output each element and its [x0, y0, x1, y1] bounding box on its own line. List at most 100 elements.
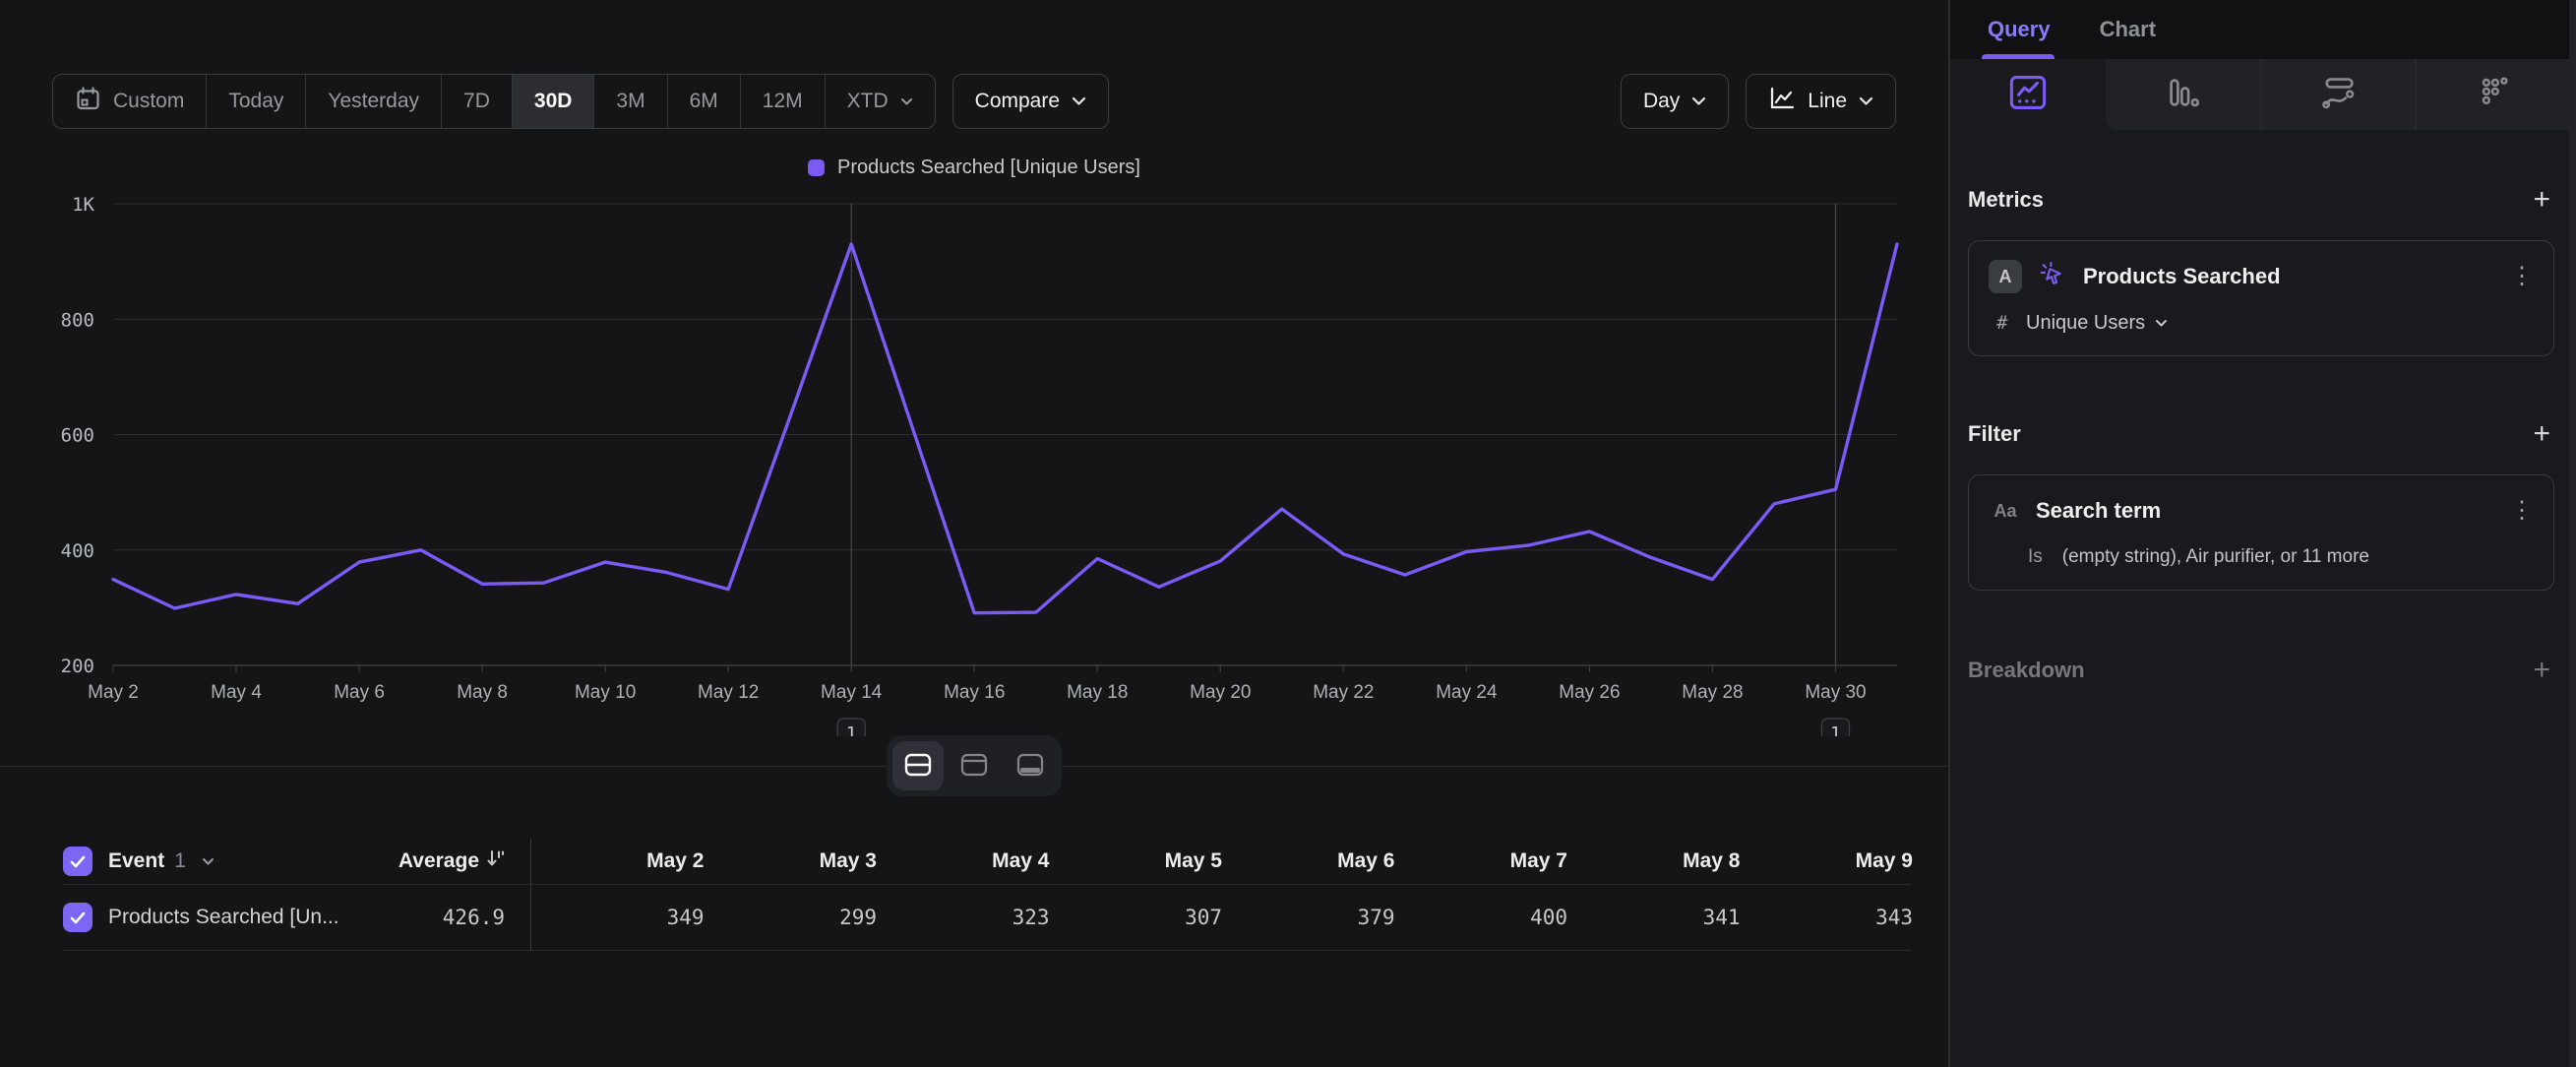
filter-value[interactable]: (empty string), Air purifier, or 11 more [2062, 546, 2369, 568]
average-value-cell: 426.9 [437, 885, 531, 950]
legend-swatch [808, 159, 825, 176]
add-breakdown-button[interactable]: + [2529, 656, 2554, 685]
date-column-header[interactable]: May 8 [1567, 849, 1741, 873]
range-label: 3M [616, 90, 644, 113]
filter-card[interactable]: Aa Search term ⋮ Is (empty string), Air … [1968, 474, 2554, 591]
event-count: 1 [174, 849, 186, 873]
x-axis-tick-label: May 18 [1067, 682, 1128, 703]
metric-kebab-menu[interactable]: ⋮ [2510, 270, 2534, 283]
annotation-badge[interactable]: 1 [1821, 719, 1849, 736]
chart-type-tab-line[interactable] [1950, 59, 2106, 130]
granularity-label: Day [1643, 90, 1680, 113]
flow-chart-icon [2320, 75, 2358, 115]
metric-card-row: A Products Searched ⋮ [1989, 259, 2534, 294]
range-button-today[interactable]: Today [207, 75, 306, 128]
calendar-icon [75, 86, 101, 118]
add-filter-button[interactable]: + [2529, 419, 2554, 449]
value-cell: 299 [705, 906, 878, 929]
sort-descending-icon [487, 848, 505, 874]
range-button-custom[interactable]: Custom [53, 75, 207, 128]
metric-name: Products Searched [2083, 264, 2496, 289]
x-axis-tick-label: May 30 [1805, 682, 1866, 703]
panel-body: Metrics + A Products Searched ⋮ # Unique… [1950, 185, 2576, 685]
range-label: 6M [690, 90, 718, 113]
average-label: Average [399, 849, 479, 873]
chart-type-tab-flow[interactable] [2261, 59, 2417, 130]
chevron-down-icon [2155, 319, 2168, 328]
chart-legend: Products Searched [Unique Users] [0, 155, 1948, 180]
x-axis-tick-label: May 24 [1436, 682, 1498, 703]
chart-type-strip [1950, 59, 2576, 130]
add-metric-button[interactable]: + [2529, 185, 2554, 215]
tab-chart[interactable]: Chart [2100, 0, 2156, 59]
y-axis-tick-label: 1K [72, 194, 94, 216]
average-header-cell[interactable]: Average [437, 839, 531, 884]
date-column-header[interactable]: May 3 [705, 849, 878, 873]
chart-type-tab-scatter[interactable] [2417, 59, 2576, 130]
date-range-group: Custom Today Yesterday 7D 30D 3M 6M 12MXTD [52, 74, 936, 129]
select-all-checkbox[interactable] [63, 847, 92, 876]
range-button-30d[interactable]: 30D [513, 75, 595, 128]
range-label: 30D [534, 90, 573, 113]
range-button-3m[interactable]: 3M [594, 75, 667, 128]
range-label: Yesterday [328, 90, 419, 113]
value-cell: 307 [1050, 906, 1223, 929]
main-area: Custom Today Yesterday 7D 30D 3M 6M 12MXTD Comp… [0, 0, 1950, 1067]
x-axis-tick-label: May 4 [211, 682, 262, 703]
app: Custom Today Yesterday 7D 30D 3M 6M 12MXTD Comp… [0, 0, 2576, 1067]
date-column-header[interactable]: May 6 [1222, 849, 1395, 873]
date-column-header[interactable]: May 5 [1050, 849, 1223, 873]
range-button-6m[interactable]: 6M [668, 75, 741, 128]
legend-label: Products Searched [Unique Users] [837, 157, 1140, 179]
tab-query[interactable]: Query [1988, 0, 2051, 59]
range-button-7d[interactable]: 7D [442, 75, 513, 128]
y-axis-tick-label: 400 [61, 540, 94, 562]
table-header-row: Event 1 Average May 2May 3May 4May 5May … [63, 839, 1911, 884]
table-only-icon [1016, 753, 1044, 780]
breakdown-heading: Breakdown [1968, 658, 2085, 683]
granularity-button[interactable]: Day [1621, 74, 1729, 129]
x-axis-tick-label: May 16 [944, 682, 1005, 703]
value-cell: 323 [877, 906, 1050, 929]
range-button-yesterday[interactable]: Yesterday [306, 75, 442, 128]
y-axis-tick-label: 200 [61, 656, 94, 677]
chevron-down-icon [1859, 96, 1873, 106]
layout-chart-only-button[interactable] [949, 741, 1000, 790]
event-header-cell: Event 1 [63, 847, 437, 876]
layout-split-view-button[interactable] [892, 741, 944, 790]
event-label: Event [108, 849, 164, 873]
event-spark-icon [2036, 261, 2069, 292]
metrics-section-header: Metrics + [1968, 185, 2554, 215]
metric-card[interactable]: A Products Searched ⋮ # Unique Users [1968, 240, 2554, 356]
value-cell: 343 [1741, 906, 1914, 929]
toolbar: Custom Today Yesterday 7D 30D 3M 6M 12MXTD Comp… [52, 74, 1896, 129]
chart-footer [0, 736, 1948, 795]
chevron-down-icon [1691, 96, 1706, 106]
annotation-badge[interactable]: 1 [837, 719, 865, 736]
filter-property-name: Search term [2036, 498, 2496, 524]
row-checkbox[interactable] [63, 903, 92, 932]
value-cell: 379 [1222, 906, 1395, 929]
series-line[interactable] [113, 244, 1897, 613]
date-column-header[interactable]: May 4 [877, 849, 1050, 873]
range-button-12m[interactable]: 12M [741, 75, 826, 128]
aggregation-selector[interactable]: Unique Users [2026, 312, 2168, 335]
line-chart[interactable]: 1K800600400200May 2May 4May 6May 8May 10… [0, 185, 1949, 736]
layout-table-only-button[interactable] [1005, 741, 1056, 790]
value-cell: 349 [531, 906, 705, 929]
range-label: Custom [113, 90, 184, 113]
date-column-header[interactable]: May 9 [1741, 849, 1914, 873]
date-column-header[interactable]: May 7 [1395, 849, 1568, 873]
filter-kebab-menu[interactable]: ⋮ [2510, 504, 2534, 518]
range-button-xtd[interactable]: XTD [826, 75, 935, 128]
layout-toggle-group [887, 735, 1062, 796]
compare-button[interactable]: Compare [952, 74, 1109, 129]
date-column-header[interactable]: May 2 [531, 849, 705, 873]
filter-operator[interactable]: Is [1989, 546, 2043, 568]
chevron-down-icon[interactable] [202, 857, 215, 866]
chart-type-tab-bar[interactable] [2106, 59, 2261, 130]
filter-card-row: Aa Search term ⋮ [1989, 493, 2534, 529]
line-chart-icon [2009, 74, 2047, 116]
filter-condition-row: Is (empty string), Air purifier, or 11 m… [1989, 542, 2534, 572]
chart-type-button[interactable]: Line [1746, 74, 1896, 129]
